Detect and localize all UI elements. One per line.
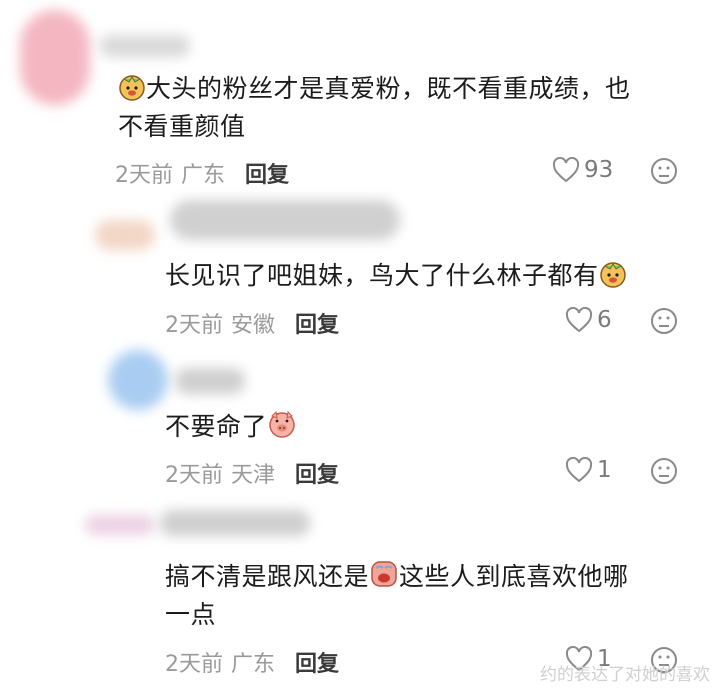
heart-icon xyxy=(565,457,593,483)
comment-line-1: 长见识了吧姐妹，鸟大了什么林子都有 xyxy=(165,261,599,290)
frown-face-icon xyxy=(651,308,677,334)
comment-text: 不要命了 xyxy=(165,408,297,446)
avatar[interactable] xyxy=(20,10,90,105)
comment-meta: 2天前 广东 回复 xyxy=(115,157,289,189)
heart-icon xyxy=(565,307,593,333)
comment-1: 大头的粉丝才是真爱粉，既不看重成绩，也 不看重颜值 2天前 广东 回复 93 xyxy=(0,0,720,200)
username[interactable] xyxy=(100,35,190,57)
crying-face-emoji-icon xyxy=(371,561,397,587)
like-button[interactable]: 1 xyxy=(565,457,612,483)
dislike-button[interactable] xyxy=(650,157,678,189)
like-count: 93 xyxy=(584,157,614,183)
comment-2: 长见识了吧姐妹，鸟大了什么林子都有 2天前 安徽 回复 6 xyxy=(0,195,720,345)
location: 广东 xyxy=(181,163,226,188)
dislike-button[interactable] xyxy=(650,457,678,489)
like-count: 1 xyxy=(597,457,612,483)
comment-text-part-2: 这些人到底喜欢他哪 xyxy=(399,562,629,591)
reply-button[interactable]: 回复 xyxy=(295,307,339,339)
timestamp: 2天前 xyxy=(165,313,223,338)
timestamp: 2天前 xyxy=(115,163,173,188)
location: 安徽 xyxy=(231,313,276,338)
location: 天津 xyxy=(231,463,276,488)
comment-text: 长见识了吧姐妹，鸟大了什么林子都有 xyxy=(165,257,627,295)
timestamp: 2天前 xyxy=(165,652,223,677)
comment-text-part-1: 搞不清是跟风还是 xyxy=(165,562,370,591)
username[interactable] xyxy=(160,510,310,536)
comment-line-1: 大头的粉丝才是真爱粉，既不看重成绩，也 xyxy=(146,74,631,103)
watermark-text: 约的表达了对她的喜欢 xyxy=(540,665,710,685)
comment-line-1: 不要命了 xyxy=(165,412,268,441)
reply-button[interactable]: 回复 xyxy=(295,646,339,678)
bear-emoji-icon xyxy=(119,75,145,101)
watermark: 约的表达了对她的喜欢 xyxy=(540,660,710,685)
comment-meta: 2天前 安徽 回复 xyxy=(165,307,339,339)
pig-emoji-icon xyxy=(269,410,295,438)
like-count: 6 xyxy=(597,307,612,333)
reply-button[interactable]: 回复 xyxy=(245,157,289,189)
comment-text: 搞不清是跟风还是 这些人到底喜欢他哪 一点 xyxy=(165,558,629,634)
like-button[interactable]: 93 xyxy=(552,157,613,183)
dislike-button[interactable] xyxy=(650,307,678,339)
reply-button[interactable]: 回复 xyxy=(295,457,339,489)
comment-line-2: 一点 xyxy=(165,600,217,629)
comment-meta: 2天前 广东 回复 xyxy=(165,646,339,678)
frown-face-icon xyxy=(651,158,677,184)
like-button[interactable]: 6 xyxy=(565,307,612,333)
comment-text: 大头的粉丝才是真爱粉，既不看重成绩，也 不看重颜值 xyxy=(118,70,631,146)
location: 广东 xyxy=(231,652,276,677)
frown-face-icon xyxy=(651,458,677,484)
avatar[interactable] xyxy=(108,350,168,410)
timestamp: 2天前 xyxy=(165,463,223,488)
comment-line-2: 不看重颜值 xyxy=(118,112,246,141)
bear-emoji-icon xyxy=(599,262,626,288)
avatar[interactable] xyxy=(95,220,155,250)
username[interactable] xyxy=(175,368,245,394)
username[interactable] xyxy=(170,200,400,240)
avatar[interactable] xyxy=(85,515,155,535)
comment-meta: 2天前 天津 回复 xyxy=(165,457,339,489)
comment-3: 不要命了 2天前 天津 回复 1 xyxy=(0,340,720,500)
heart-icon xyxy=(552,157,580,183)
